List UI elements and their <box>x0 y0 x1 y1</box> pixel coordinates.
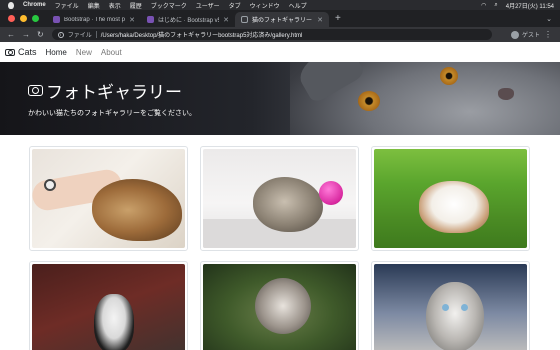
close-window-button[interactable] <box>8 15 15 22</box>
menubar-edit[interactable]: 編集 <box>88 1 100 10</box>
photo-detail <box>419 181 489 233</box>
photo-detail <box>253 177 323 232</box>
nav-link-home[interactable]: Home <box>46 48 67 57</box>
tab-title: 猫のフォトギャラリー <box>252 18 313 24</box>
site-navbar: Cats Home New About <box>0 42 560 62</box>
nav-link-new[interactable]: New <box>76 48 92 57</box>
tab-search-chevron-icon[interactable]: ⌄ <box>546 15 560 27</box>
hero-text: フォトギャラリー かわいい猫たちのフォトギャラリーをご覧ください。 <box>28 78 196 118</box>
cat-photo[interactable] <box>203 149 356 248</box>
browser-tab[interactable]: Bootstrap · The most popular... ✕ <box>47 12 141 27</box>
nav-link-about[interactable]: About <box>101 48 122 57</box>
browser-tab-active[interactable]: 猫のフォトギャラリー ✕ <box>235 12 329 27</box>
tab-title: はじめに · Bootstrap v5.0 <box>158 18 219 24</box>
blank-page-icon <box>241 16 248 23</box>
close-tab-icon[interactable]: ✕ <box>317 16 323 24</box>
menubar-app-name[interactable]: Chrome <box>23 2 46 8</box>
close-tab-icon[interactable]: ✕ <box>223 16 229 24</box>
bootstrap-icon <box>53 16 60 23</box>
hero-subtitle: かわいい猫たちのフォトギャラリーをご覧ください。 <box>28 110 196 117</box>
menubar-history[interactable]: 履歴 <box>130 1 142 10</box>
photo-detail <box>426 282 484 350</box>
gallery-card[interactable] <box>371 261 530 350</box>
photo-detail <box>442 304 449 311</box>
url-divider <box>95 31 97 38</box>
navbar-brand[interactable]: Cats <box>5 47 37 57</box>
photo-detail <box>44 179 56 191</box>
address-bar[interactable]: i ファイル /Users/haka/Desktop/猫のフォトギャラリーboo… <box>51 29 492 40</box>
gallery-card[interactable] <box>29 146 188 251</box>
hero-cat-nose <box>498 88 514 100</box>
window-controls <box>0 15 47 27</box>
wifi-icon[interactable]: ◠ <box>481 2 486 9</box>
menubar-help[interactable]: ヘルプ <box>289 1 307 10</box>
menubar-user[interactable]: ユーザー <box>196 1 220 10</box>
menubar-view[interactable]: 表示 <box>109 1 121 10</box>
cat-photo[interactable] <box>374 264 527 350</box>
more-menu-icon[interactable]: ⋮ <box>544 30 560 39</box>
menubar-bookmarks[interactable]: ブックマーク <box>151 1 187 10</box>
photo-detail <box>255 278 311 334</box>
url-text[interactable]: /Users/haka/Desktop/猫のフォトギャラリーbootstrap5… <box>101 30 303 39</box>
hero-cat-eye <box>358 91 380 111</box>
search-icon[interactable]: ⌕ <box>494 2 497 9</box>
gallery-card[interactable] <box>371 146 530 251</box>
url-protocol-label: ファイル <box>67 33 92 39</box>
gallery-card[interactable] <box>200 261 359 350</box>
photo-detail <box>94 294 134 350</box>
photo-detail <box>461 304 468 311</box>
minimize-window-button[interactable] <box>20 15 27 22</box>
hero-title: フォトギャラリー <box>46 83 182 102</box>
gallery-card[interactable] <box>29 261 188 350</box>
avatar-icon <box>510 30 519 39</box>
bootstrap-icon <box>147 16 154 23</box>
photo-gallery <box>0 135 560 350</box>
gallery-card[interactable] <box>200 146 359 251</box>
menubar-window[interactable]: ウィンドウ <box>250 1 280 10</box>
menubar-file[interactable]: ファイル <box>55 1 79 10</box>
close-tab-icon[interactable]: ✕ <box>129 16 135 24</box>
macos-menubar: Chrome ファイル 編集 表示 履歴 ブックマーク ユーザー タブ ウィンド… <box>0 0 560 10</box>
camera-icon <box>5 48 15 56</box>
profile-label: ゲスト <box>521 33 540 39</box>
brand-label: Cats <box>18 47 37 57</box>
web-page: Cats Home New About フォトギャラリー かわいい猫たちのフォト… <box>0 42 560 350</box>
photo-detail <box>92 179 182 241</box>
hero-heading: フォトギャラリー <box>28 78 196 103</box>
zoom-window-button[interactable] <box>32 15 39 22</box>
forward-arrow-icon[interactable]: → <box>22 30 30 39</box>
cat-photo[interactable] <box>32 149 185 248</box>
reload-icon[interactable]: ↻ <box>37 30 44 39</box>
photo-detail <box>319 181 343 205</box>
browser-tab-strip: Bootstrap · The most popular... ✕ はじめに ·… <box>0 10 560 27</box>
menubar-tab[interactable]: タブ <box>229 1 241 10</box>
browser-tab[interactable]: はじめに · Bootstrap v5.0 ✕ <box>141 12 235 27</box>
cat-photo[interactable] <box>374 149 527 248</box>
clock[interactable]: 4月27日(火) 11:54 <box>506 1 554 10</box>
apple-icon[interactable] <box>8 1 14 9</box>
profile-button[interactable]: ゲスト <box>510 30 544 39</box>
back-arrow-icon[interactable]: ← <box>7 30 15 39</box>
camera-icon <box>28 85 43 96</box>
hero-cat-eye <box>440 67 458 85</box>
info-icon[interactable]: i <box>57 31 64 38</box>
cat-photo[interactable] <box>32 264 185 350</box>
hero-banner: フォトギャラリー かわいい猫たちのフォトギャラリーをご覧ください。 <box>0 62 560 135</box>
tab-title: Bootstrap · The most popular... <box>64 16 125 23</box>
new-tab-button[interactable]: + <box>329 13 347 27</box>
cat-photo[interactable] <box>203 264 356 350</box>
browser-toolbar: ← → ↻ i ファイル /Users/haka/Desktop/猫のフォトギャ… <box>0 27 560 42</box>
